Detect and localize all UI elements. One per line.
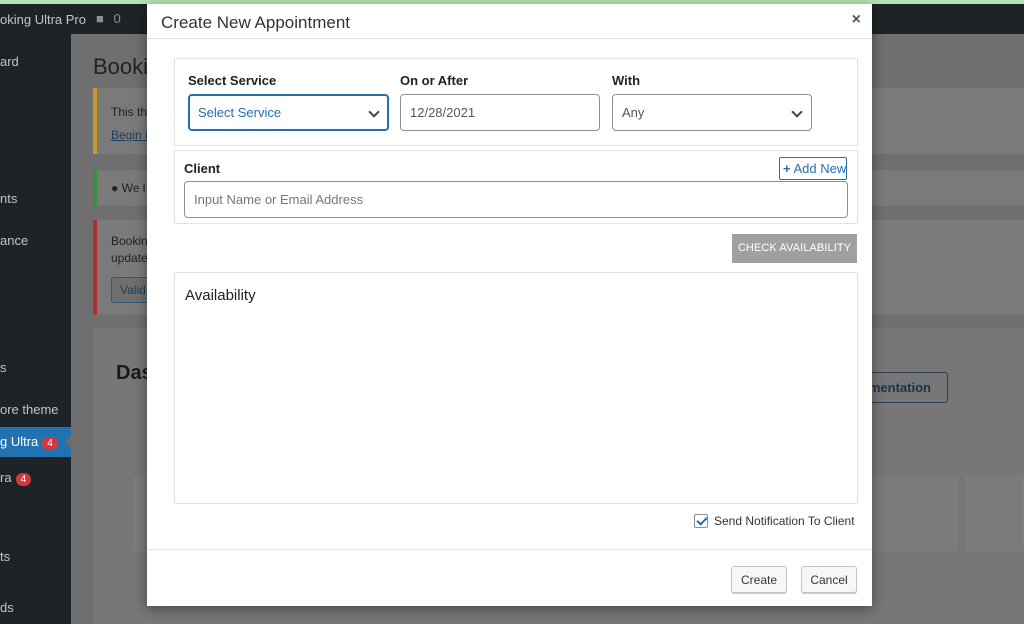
create-appointment-modal: Create New Appointment × Select Service … (147, 4, 872, 606)
sidebar-item-comments[interactable]: nts (0, 191, 17, 206)
sidebar-item-label: g Ultra (0, 434, 39, 449)
notice-text: update (111, 251, 148, 265)
availability-title: Availability (185, 287, 256, 304)
with-label: With (612, 73, 641, 88)
close-icon[interactable]: × (852, 11, 861, 29)
modal-footer: Create Cancel (147, 549, 872, 606)
notice-text: We l (121, 181, 146, 195)
notice-text: This th (111, 105, 148, 119)
add-new-client-button[interactable]: + Add New (779, 157, 847, 180)
client-search-placeholder: Input Name or Email Address (194, 192, 364, 207)
select-service-value: Select Service (198, 105, 282, 120)
comments-count: 0 (113, 11, 121, 26)
date-value: 12/28/2021 (410, 105, 476, 120)
client-label: Client (184, 161, 221, 176)
cancel-button[interactable]: Cancel (801, 566, 857, 593)
sidebar-item-label: ra (0, 470, 12, 485)
chevron-down-icon (368, 106, 380, 118)
page-title: Booki (93, 54, 149, 79)
send-notification-option[interactable]: Send Notification To Client (694, 514, 855, 528)
send-notification-checkbox[interactable] (694, 514, 708, 528)
sidebar-item-dashboard[interactable]: ard (0, 54, 19, 69)
sidebar-item-reports[interactable]: ts (0, 549, 10, 564)
select-service-label: Select Service (188, 73, 277, 88)
sidebar-item-booking-ultra[interactable]: g Ultra 4 (0, 427, 71, 457)
sidebar-item-appearance[interactable]: ance (0, 233, 28, 248)
sidebar-item-explore-theme[interactable]: ore theme (0, 402, 59, 417)
client-search-input[interactable]: Input Name or Email Address (184, 181, 848, 218)
admin-sidebar: ard nts ance s ore theme g Ultra 4 ra 4 ts… (0, 34, 71, 624)
update-badge: 4 (42, 437, 58, 450)
notice-text: Bookin (111, 234, 148, 248)
modal-title: Create New Appointment (161, 13, 350, 32)
site-name-link[interactable]: oking Ultra Pro (0, 12, 86, 27)
with-staff-value: Any (622, 105, 645, 120)
check-availability-button[interactable]: CHECK AVAILABILITY (732, 234, 857, 263)
sidebar-item-ultra[interactable]: ra 4 (0, 470, 32, 486)
select-service-dropdown[interactable]: Select Service (188, 94, 389, 131)
stat-card (966, 476, 1024, 551)
notice-link[interactable]: Begin i (111, 128, 148, 142)
info-icon: ● (111, 181, 119, 195)
stat-card (871, 476, 957, 551)
on-or-after-label: On or After (400, 73, 469, 88)
date-input[interactable]: 12/28/2021 (400, 94, 600, 131)
availability-panel: Availability (174, 272, 858, 504)
chevron-down-icon (791, 106, 803, 118)
comments-link[interactable]: ■ 0 (96, 11, 121, 26)
create-button[interactable]: Create (731, 566, 787, 593)
send-notification-label: Send Notification To Client (714, 514, 855, 528)
comment-icon: ■ (96, 11, 104, 26)
add-new-label: Add New (793, 161, 847, 176)
stat-card (134, 476, 148, 551)
update-badge: 4 (15, 473, 32, 486)
plus-icon: + (783, 161, 791, 176)
sidebar-item-fields[interactable]: ds (0, 600, 14, 615)
sidebar-item-settings[interactable]: s (0, 360, 7, 375)
modal-header: Create New Appointment × (147, 4, 872, 39)
with-staff-dropdown[interactable]: Any (612, 94, 812, 131)
